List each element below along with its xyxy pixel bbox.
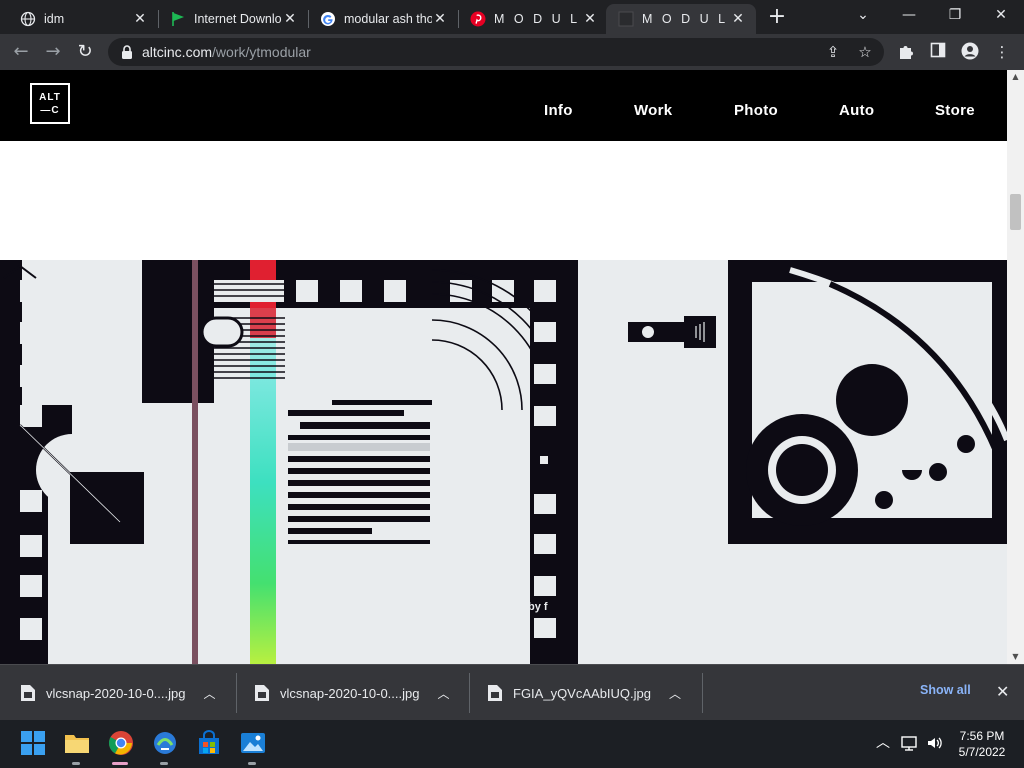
bookmark-star-icon[interactable]: ☆ <box>856 43 874 61</box>
clock-time: 7:56 PM <box>959 729 1005 743</box>
green-flag-icon <box>170 11 186 27</box>
download-filename: vlcsnap-2020-10-0....jpg <box>46 685 186 701</box>
show-all-downloads-link[interactable]: Show all <box>920 683 971 697</box>
site-header: ALT —C Info Work Photo Auto Store <box>0 70 1007 141</box>
google-icon <box>320 11 336 27</box>
close-tab-icon[interactable]: ✕ <box>282 11 298 27</box>
chevron-up-icon[interactable]: ︿ <box>669 685 681 702</box>
scroll-down-arrow-icon[interactable]: ▼ <box>1007 650 1024 664</box>
image-file-icon <box>488 685 502 701</box>
close-tab-icon[interactable]: ✕ <box>132 11 148 27</box>
url-path: /work/ytmodular <box>212 44 311 60</box>
nav-store-link[interactable]: Store <box>935 102 975 119</box>
close-tab-icon[interactable]: ✕ <box>432 11 448 27</box>
minimize-button[interactable]: — <box>886 0 932 32</box>
logo-line-2: —C <box>40 105 60 116</box>
tab-idm[interactable]: idm ✕ <box>8 4 158 34</box>
download-filename: FGIA_yQVcAAbIUQ.jpg <box>513 685 651 701</box>
taskbar-active-indicator <box>112 762 128 765</box>
side-panel-icon[interactable] <box>928 42 948 62</box>
taskbar-indicator <box>248 762 256 765</box>
download-separator <box>469 673 470 713</box>
scroll-up-arrow-icon[interactable]: ▲ <box>1007 70 1024 84</box>
download-separator <box>236 673 237 713</box>
nav-photo-link[interactable]: Photo <box>734 102 778 119</box>
menu-kebab-icon[interactable]: ⋮ <box>992 42 1012 62</box>
download-item[interactable]: vlcsnap-2020-10-0....jpg ︿ <box>20 665 216 721</box>
extensions-puzzle-icon[interactable] <box>896 42 916 62</box>
alt-c-logo[interactable]: ALT —C <box>30 83 70 124</box>
hero-caption-text: by f <box>528 601 548 613</box>
web-page: ALT —C Info Work Photo Auto Store by f <box>0 70 1007 664</box>
download-shelf: vlcsnap-2020-10-0....jpg ︿ vlcsnap-2020-… <box>0 664 1024 720</box>
tab-search-icon[interactable]: ⌄ <box>840 0 886 32</box>
chevron-up-icon[interactable]: ︿ <box>203 685 215 702</box>
modular-artwork-gallery: by f <box>0 260 1007 664</box>
lock-icon <box>120 44 134 60</box>
network-icon[interactable] <box>900 734 918 752</box>
system-clock[interactable]: 7:56 PM 5/7/2022 <box>950 728 1014 760</box>
close-tab-icon[interactable]: ✕ <box>730 11 746 27</box>
logo-line-1: ALT <box>39 92 61 103</box>
scrollbar-thumb[interactable] <box>1010 194 1021 230</box>
browser-toolbar: ← → ↻ altcinc.com/work/ytmodular ⇪ ☆ ⋮ <box>0 34 1024 70</box>
tab-title: M O D U L A R <box>642 12 730 26</box>
dark-square-icon <box>618 11 634 27</box>
forward-button[interactable]: → <box>40 39 66 65</box>
modular-artwork-image: by f <box>0 260 1007 664</box>
nav-work-link[interactable]: Work <box>634 102 672 119</box>
close-shelf-icon[interactable]: ✕ <box>996 682 1009 701</box>
address-bar[interactable]: altcinc.com/work/ytmodular ⇪ ☆ <box>108 38 884 66</box>
download-item[interactable]: vlcsnap-2020-10-0....jpg ︿ <box>254 665 450 721</box>
tab-title: idm <box>44 12 65 26</box>
nav-auto-link[interactable]: Auto <box>839 102 874 119</box>
restore-button[interactable]: ❐ <box>932 0 978 32</box>
tab-title: M O D U L A R <box>494 12 582 26</box>
taskbar-indicator <box>72 762 80 765</box>
profile-avatar-icon[interactable] <box>960 42 980 62</box>
internet-download-manager-icon[interactable] <box>152 730 178 756</box>
tab-title: modular ash thompson <box>344 12 432 26</box>
page-scrollbar[interactable]: ▲ ▼ <box>1007 70 1024 664</box>
windows-start-icon[interactable] <box>20 730 46 756</box>
clock-date: 5/7/2022 <box>958 745 1006 759</box>
reload-button[interactable]: ↻ <box>72 39 98 65</box>
tab-pinterest-modular[interactable]: M O D U L A R ✕ <box>458 4 608 34</box>
chrome-icon[interactable] <box>108 730 134 756</box>
photos-app-icon[interactable] <box>240 730 266 756</box>
back-button[interactable]: ← <box>8 39 34 65</box>
microsoft-store-icon[interactable] <box>196 730 222 756</box>
url-host: altcinc.com <box>142 44 213 60</box>
nav-info-link[interactable]: Info <box>544 102 573 119</box>
tab-google-search[interactable]: modular ash thompson ✕ <box>308 4 458 34</box>
file-explorer-icon[interactable] <box>64 730 90 756</box>
download-filename: vlcsnap-2020-10-0....jpg <box>280 685 420 701</box>
image-file-icon <box>255 685 269 701</box>
show-hidden-icons-chevron-icon[interactable]: ︿ <box>874 734 892 752</box>
volume-icon[interactable] <box>926 734 944 752</box>
chevron-up-icon[interactable]: ︿ <box>437 685 449 702</box>
close-tab-icon[interactable]: ✕ <box>582 11 598 27</box>
globe-icon <box>20 11 36 27</box>
tab-strip: idm ✕ Internet Download Manager ✕ modula… <box>0 0 1024 34</box>
back-to-top-chevron-icon[interactable] <box>0 260 40 282</box>
download-separator <box>702 673 703 713</box>
download-item[interactable]: FGIA_yQVcAAbIUQ.jpg ︿ <box>487 665 681 721</box>
tab-modular-active[interactable]: M O D U L A R ✕ <box>606 4 756 34</box>
windows-taskbar: ︿ 7:56 PM 5/7/2022 <box>0 720 1024 768</box>
share-icon[interactable]: ⇪ <box>824 43 842 61</box>
tab-internet-download-manager[interactable]: Internet Download Manager ✕ <box>158 4 308 34</box>
url-text: altcinc.com/work/ytmodular <box>142 44 311 60</box>
new-tab-button[interactable]: + <box>764 6 790 30</box>
pinterest-icon <box>470 11 486 27</box>
close-window-button[interactable]: ✕ <box>978 0 1024 32</box>
image-file-icon <box>21 685 35 701</box>
tab-title: Internet Download Manager <box>194 12 282 26</box>
taskbar-indicator <box>160 762 168 765</box>
